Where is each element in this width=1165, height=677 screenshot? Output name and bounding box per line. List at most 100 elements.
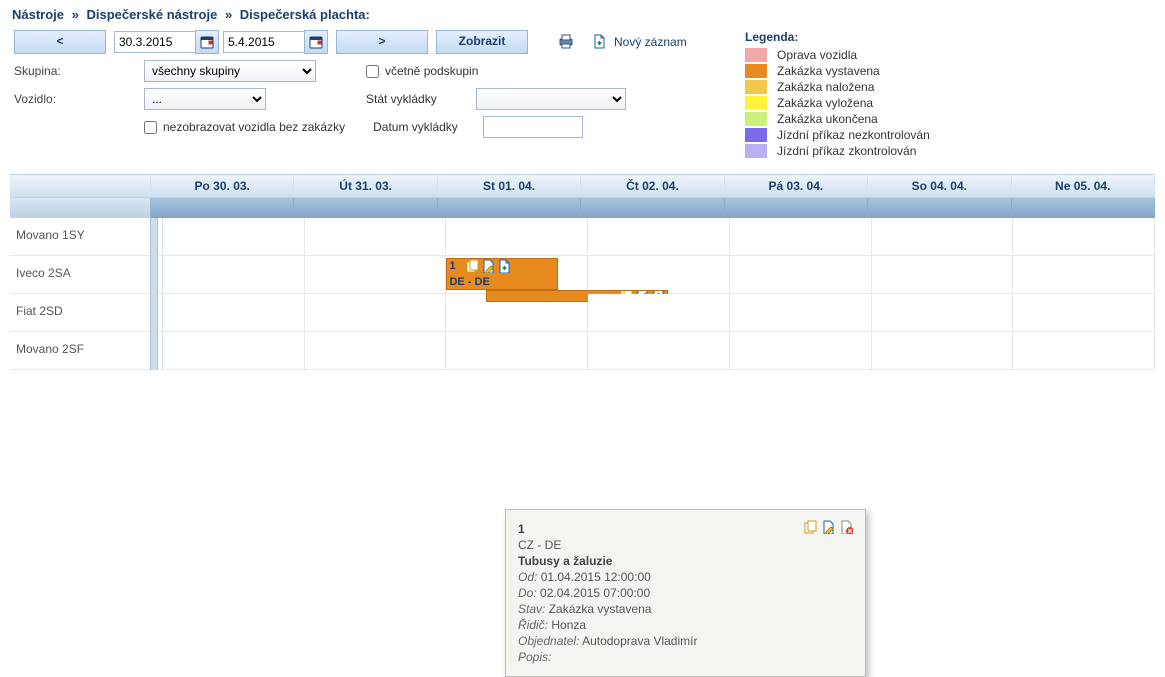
planner-row: Iveco 2SA 1DE - DE <box>10 256 1155 294</box>
day-header: Pá 03. 04. <box>725 174 868 198</box>
day-cell[interactable] <box>1013 332 1155 370</box>
day-cell[interactable] <box>588 332 730 370</box>
day-cell[interactable] <box>305 332 447 370</box>
new-doc-icon <box>592 34 608 50</box>
tt-ridic-lbl: Řidič: <box>518 618 548 632</box>
planner-row: Movano 1SY <box>10 218 1155 256</box>
day-cell[interactable]: 1DE - DE <box>446 256 588 294</box>
new-record-link[interactable]: Nový záznam <box>592 34 687 50</box>
day-header: Po 30. 03. <box>151 174 294 198</box>
legend-title: Legenda: <box>745 30 930 44</box>
legend-label: Jízdní příkaz zkontrolován <box>777 144 916 158</box>
date-to-picker[interactable] <box>304 30 328 54</box>
order-bar[interactable]: 1DE - DE <box>446 258 558 290</box>
next-button[interactable]: > <box>336 30 428 54</box>
day-cell[interactable] <box>305 256 447 294</box>
day-cell[interactable] <box>730 256 872 294</box>
legend-item: Zakázka ukončena <box>745 112 930 126</box>
unload-country-label: Stát vykládky <box>366 92 476 106</box>
tt-route: CZ - DE <box>518 538 853 552</box>
day-header: Čt 02. 04. <box>581 174 724 198</box>
day-cell[interactable] <box>872 218 1014 256</box>
tt-do: 02.04.2015 07:00:00 <box>540 586 650 600</box>
day-cell[interactable] <box>446 294 588 332</box>
legend-swatch <box>745 128 767 142</box>
unload-date-label: Datum vykládky <box>373 120 483 134</box>
show-button[interactable]: Zobrazit <box>436 30 528 54</box>
day-cell[interactable] <box>1013 218 1155 256</box>
tt-obj: Autodoprava Vladimír <box>582 634 697 648</box>
new-record-label: Nový záznam <box>614 35 687 49</box>
day-cell[interactable] <box>446 332 588 370</box>
day-header: So 04. 04. <box>868 174 1011 198</box>
group-select[interactable]: všechny skupiny <box>144 60 316 82</box>
day-cell[interactable] <box>872 294 1014 332</box>
date-from-picker[interactable] <box>195 30 219 54</box>
tt-popis-lbl: Popis: <box>518 650 551 664</box>
calendar-icon <box>309 35 323 49</box>
day-cell[interactable] <box>1013 256 1155 294</box>
print-button[interactable] <box>558 34 574 50</box>
planner-row: Fiat 2SD <box>10 294 1155 332</box>
legend-label: Oprava vozidla <box>777 48 857 62</box>
unload-date-input[interactable] <box>483 116 583 138</box>
crumb-dispatch-tools[interactable]: Dispečerské nástroje <box>87 7 218 22</box>
delete-icon[interactable] <box>839 520 853 534</box>
day-cell[interactable] <box>730 294 872 332</box>
hide-empty-label: nezobrazovat vozidla bez zakázky <box>163 120 345 134</box>
day-cell[interactable] <box>163 256 305 294</box>
day-cell[interactable] <box>446 218 588 256</box>
breadcrumb: Nástroje » Dispečerské nástroje » Dispeč… <box>10 5 1165 30</box>
day-cell[interactable] <box>163 218 305 256</box>
day-cell[interactable] <box>163 294 305 332</box>
vehicle-cell: Fiat 2SD <box>10 294 163 332</box>
doc-icon[interactable] <box>497 259 511 273</box>
day-header: Ne 05. 04. <box>1012 174 1155 198</box>
tt-do-lbl: Do: <box>518 586 537 600</box>
planner-row: Movano 2SF <box>10 332 1155 370</box>
day-cell[interactable] <box>872 332 1014 370</box>
day-cell[interactable] <box>588 294 730 332</box>
legend-item: Jízdní příkaz nezkontrolován <box>745 128 930 142</box>
vehicle-cell: Movano 1SY <box>10 218 163 256</box>
tt-ridic: Honza <box>551 618 586 632</box>
tt-stav-lbl: Stav: <box>518 602 545 616</box>
legend-swatch <box>745 64 767 78</box>
order-tooltip: 1 CZ - DE Tubusy a žaluzie Od: 01.04.201… <box>505 509 866 677</box>
edit-icon[interactable] <box>481 259 495 273</box>
order-route: DE - DE <box>449 276 489 288</box>
legend-item: Zakázka vyložena <box>745 96 930 110</box>
tt-od-lbl: Od: <box>518 570 537 584</box>
vehicle-select[interactable]: ... <box>144 88 266 110</box>
day-header: Út 31. 03. <box>294 174 437 198</box>
day-cell[interactable] <box>588 256 730 294</box>
day-cell[interactable] <box>305 294 447 332</box>
day-cell[interactable] <box>305 218 447 256</box>
legend-item: Jízdní příkaz zkontrolován <box>745 144 930 158</box>
copy-icon[interactable] <box>803 520 817 534</box>
legend-label: Zakázka vystavena <box>777 64 880 78</box>
tt-index: 1 <box>518 522 525 536</box>
day-cell[interactable] <box>1013 294 1155 332</box>
vehicle-cell: Movano 2SF <box>10 332 163 370</box>
tt-stav: Zakázka vystavena <box>549 602 652 616</box>
legend-item: Oprava vozidla <box>745 48 930 62</box>
group-label: Skupina: <box>10 64 144 78</box>
vehicle-cell: Iveco 2SA <box>10 256 163 294</box>
tt-title: Tubusy a žaluzie <box>518 554 612 568</box>
date-to-input[interactable] <box>223 31 305 53</box>
prev-button[interactable]: < <box>14 30 106 54</box>
day-cell[interactable] <box>730 218 872 256</box>
hide-empty-checkbox[interactable] <box>144 121 157 134</box>
date-from-input[interactable] <box>114 31 196 53</box>
crumb-tools[interactable]: Nástroje <box>12 7 64 22</box>
copy-icon[interactable] <box>465 259 479 273</box>
unload-country-select[interactable] <box>476 88 626 110</box>
edit-icon[interactable] <box>821 520 835 534</box>
day-cell[interactable] <box>730 332 872 370</box>
day-cell[interactable] <box>163 332 305 370</box>
day-cell[interactable] <box>588 218 730 256</box>
include-subgroups-checkbox[interactable] <box>366 65 379 78</box>
legend-item: Zakázka naložena <box>745 80 930 94</box>
day-cell[interactable] <box>872 256 1014 294</box>
